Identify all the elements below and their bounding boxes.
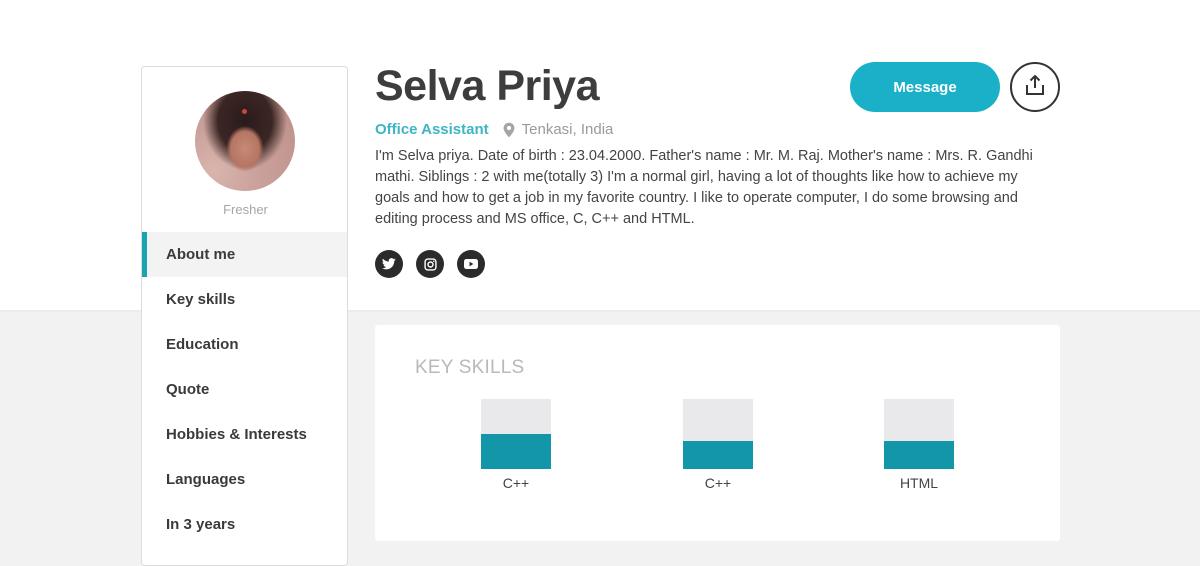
skill-label: HTML — [899, 475, 939, 491]
sidebar-item-in-3-years[interactable]: In 3 years — [142, 502, 347, 547]
location-pin-icon — [502, 122, 516, 138]
sidebar-item-key-skills[interactable]: Key skills — [142, 277, 347, 322]
key-skills-title: KEY SKILLS — [415, 357, 525, 378]
sidebar-item-hobbies[interactable]: Hobbies & Interests — [142, 412, 347, 457]
twitter-icon[interactable] — [375, 250, 403, 278]
instagram-icon[interactable] — [416, 250, 444, 278]
share-icon — [1025, 74, 1045, 101]
avatar — [195, 91, 295, 191]
skill-label: C++ — [502, 475, 530, 491]
profile-meta: Office Assistant Tenkasi, India — [375, 121, 613, 138]
sidebar-item-education[interactable]: Education — [142, 322, 347, 367]
experience-status: Fresher — [223, 202, 268, 217]
skill-bar-track — [481, 399, 551, 469]
social-links — [375, 250, 498, 278]
sidebar-nav: About me Key skills Education Quote Hobb… — [142, 232, 347, 547]
profile-name: Selva Priya — [375, 62, 600, 110]
share-button[interactable] — [1010, 62, 1060, 112]
skill-bar-fill — [683, 441, 753, 469]
skill-bar-track — [884, 399, 954, 469]
skill-bar-fill — [884, 441, 954, 469]
sidebar-item-quote[interactable]: Quote — [142, 367, 347, 412]
profile-sidebar: Fresher About me Key skills Education Qu… — [141, 66, 348, 566]
profile-location: Tenkasi, India — [521, 121, 614, 138]
skill-bar-fill — [481, 434, 551, 469]
profile-bio: I'm Selva priya. Date of birth : 23.04.2… — [375, 148, 1033, 227]
sidebar-item-languages[interactable]: Languages — [142, 457, 347, 502]
skill-label: C++ — [704, 475, 732, 491]
profile-role: Office Assistant — [375, 121, 489, 138]
sidebar-item-about-me[interactable]: About me — [142, 232, 347, 277]
message-button[interactable]: Message — [850, 62, 1000, 112]
skill-bar-track — [683, 399, 753, 469]
youtube-icon[interactable] — [457, 250, 485, 278]
key-skills-card: KEY SKILLS C++ C++ HTML — [375, 325, 1060, 541]
